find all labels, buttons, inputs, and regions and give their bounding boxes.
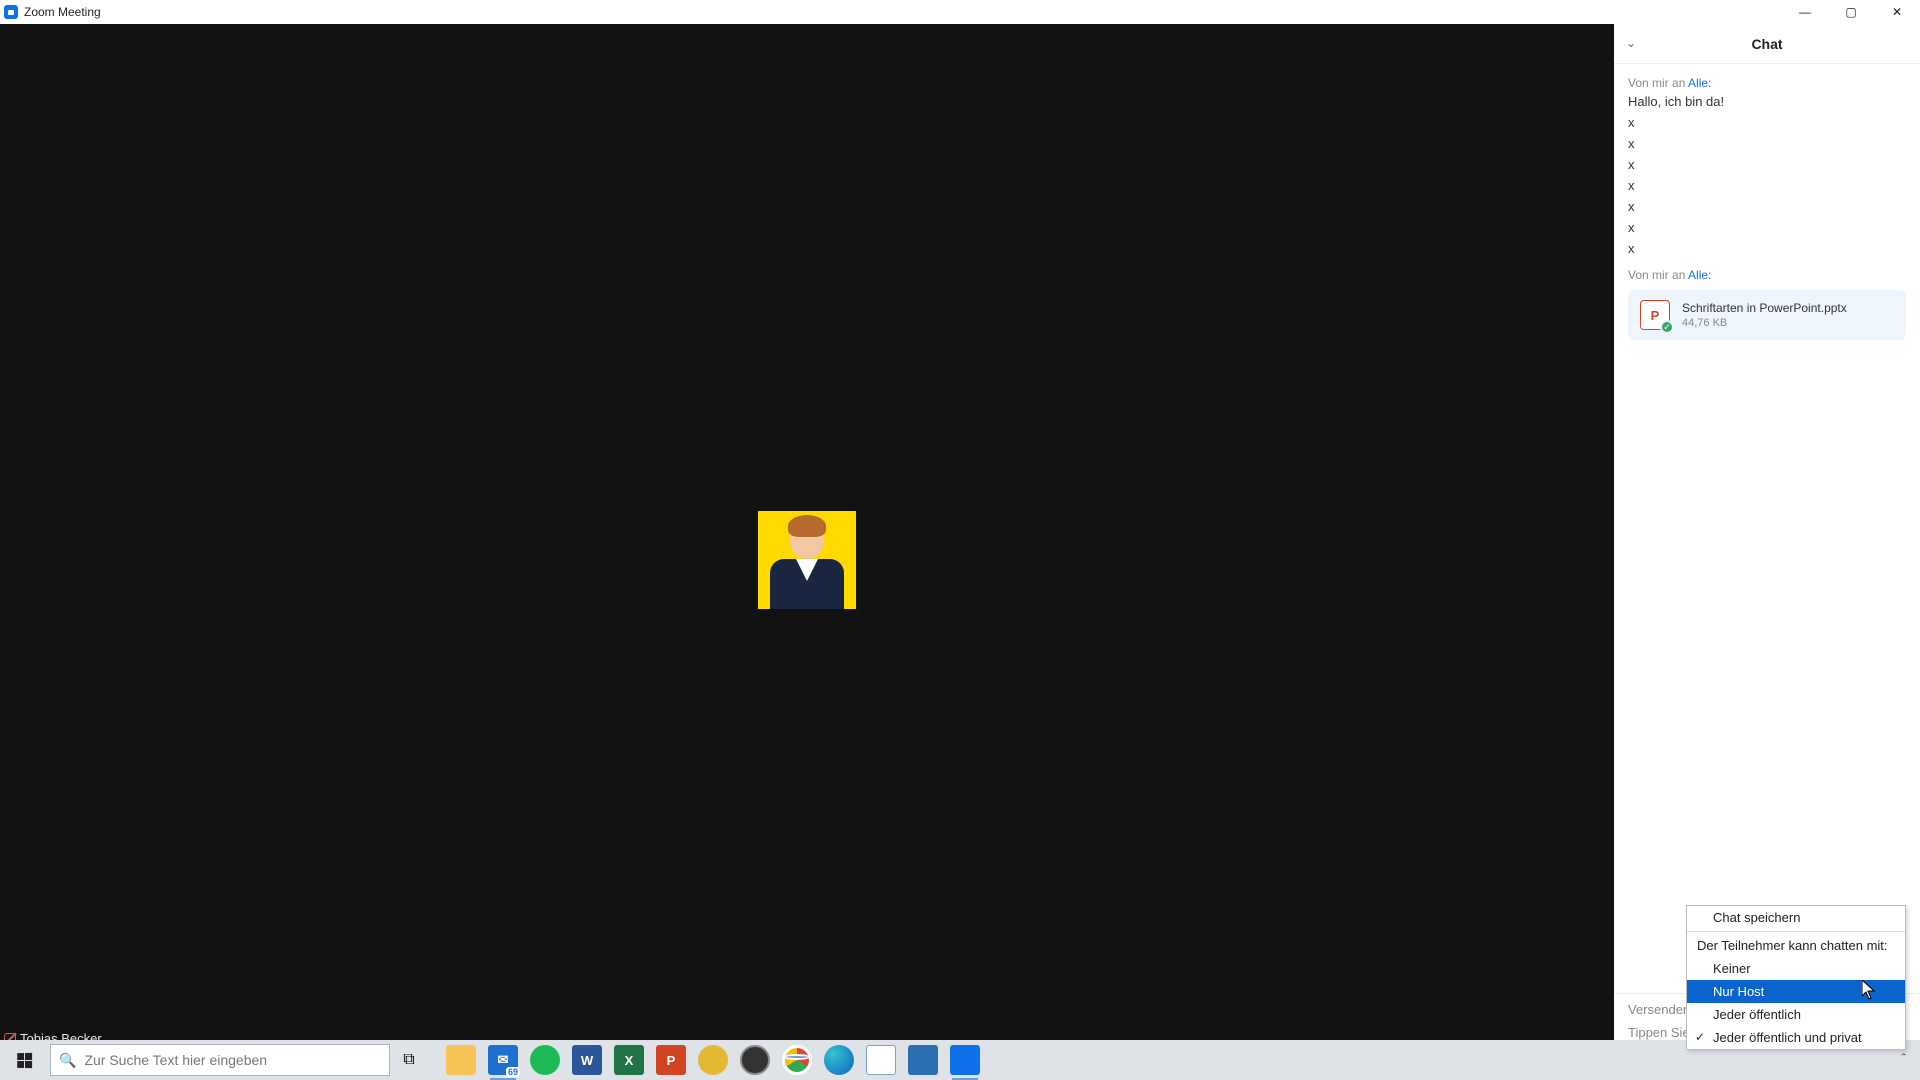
chat-panel: ⌄ Chat Von mir an Alle: Hallo, ich bin d… [1614,24,1920,1050]
chat-recipient-link[interactable]: Alle: [1688,76,1711,90]
chat-options-menu: Chat speichern Der Teilnehmer kann chatt… [1686,905,1906,1050]
chat-message-line: x [1628,113,1906,132]
chat-message-line: x [1628,176,1906,195]
taskbar-search[interactable]: 🔍 Zur Suche Text hier eingeben [50,1044,390,1076]
chat-message-header: Von mir an Alle: [1628,76,1906,90]
chat-collapse-icon[interactable]: ⌄ [1626,36,1636,50]
chrome-icon[interactable] [782,1045,812,1075]
zoom-app-icon [4,5,18,19]
file-check-icon: ✓ [1660,320,1674,334]
excel-icon[interactable]: X [614,1045,644,1075]
menu-separator [1687,931,1905,932]
chat-message-line: x [1628,155,1906,174]
chat-header: ⌄ Chat [1614,24,1920,64]
participant-avatar[interactable] [758,511,856,609]
app-icon[interactable] [698,1045,728,1075]
window-title: Zoom Meeting [24,5,101,19]
system-tray[interactable]: ＾ [1897,1051,1910,1070]
chat-body: Von mir an Alle: Hallo, ich bin da! x x … [1614,64,1920,993]
chat-message-line: Hallo, ich bin da! [1628,92,1906,111]
mail-app-icon[interactable]: ✉69 [488,1045,518,1075]
menu-item-public[interactable]: Jeder öffentlich [1687,1003,1905,1026]
menu-item-save-chat[interactable]: Chat speichern [1687,906,1905,929]
ppt-file-icon: P ✓ [1640,300,1670,330]
minimize-button[interactable]: — [1782,0,1828,24]
file-size: 44,76 KB [1682,317,1847,329]
chat-message-header: Von mir an Alle: [1628,268,1906,282]
notepad-icon[interactable] [866,1045,896,1075]
search-placeholder: Zur Suche Text hier eingeben [84,1052,267,1068]
chat-message-line: x [1628,197,1906,216]
close-button[interactable]: ✕ [1874,0,1920,24]
window-controls: — ▢ ✕ [1782,0,1920,24]
edge-icon[interactable] [824,1045,854,1075]
video-area: Tobias Becker [0,24,1614,1050]
chat-message-line: x [1628,218,1906,237]
obs-icon[interactable] [740,1045,770,1075]
windows-logo-icon [17,1052,32,1067]
taskbar-apps: ✉69 W X P [446,1045,980,1075]
powerpoint-icon[interactable]: P [656,1045,686,1075]
menu-section-label: Der Teilnehmer kann chatten mit: [1687,934,1905,957]
zoom-icon[interactable] [950,1045,980,1075]
photos-icon[interactable] [908,1045,938,1075]
chat-title: Chat [1751,36,1782,52]
chat-message-line: x [1628,239,1906,258]
taskbar: 🔍 Zur Suche Text hier eingeben ⧉ ✉69 W X… [0,1040,1920,1080]
mail-badge: 69 [506,1067,520,1077]
file-name: Schriftarten in PowerPoint.pptx [1682,301,1847,315]
start-button[interactable] [0,1040,48,1080]
maximize-button[interactable]: ▢ [1828,0,1874,24]
word-icon[interactable]: W [572,1045,602,1075]
menu-item-host-only[interactable]: Nur Host [1687,980,1905,1003]
spotify-icon[interactable] [530,1045,560,1075]
search-icon: 🔍 [59,1052,76,1069]
menu-item-public-private[interactable]: Jeder öffentlich und privat [1687,1026,1905,1049]
chat-message-line: x [1628,134,1906,153]
chat-file-attachment[interactable]: P ✓ Schriftarten in PowerPoint.pptx 44,7… [1628,290,1906,340]
tray-chevron-up-icon[interactable]: ＾ [1897,1051,1910,1070]
chat-recipient-link[interactable]: Alle: [1688,268,1711,282]
task-view-icon[interactable]: ⧉ [390,1040,428,1080]
titlebar: Zoom Meeting — ▢ ✕ [0,0,1920,24]
file-explorer-icon[interactable] [446,1045,476,1075]
menu-item-none[interactable]: Keiner [1687,957,1905,980]
